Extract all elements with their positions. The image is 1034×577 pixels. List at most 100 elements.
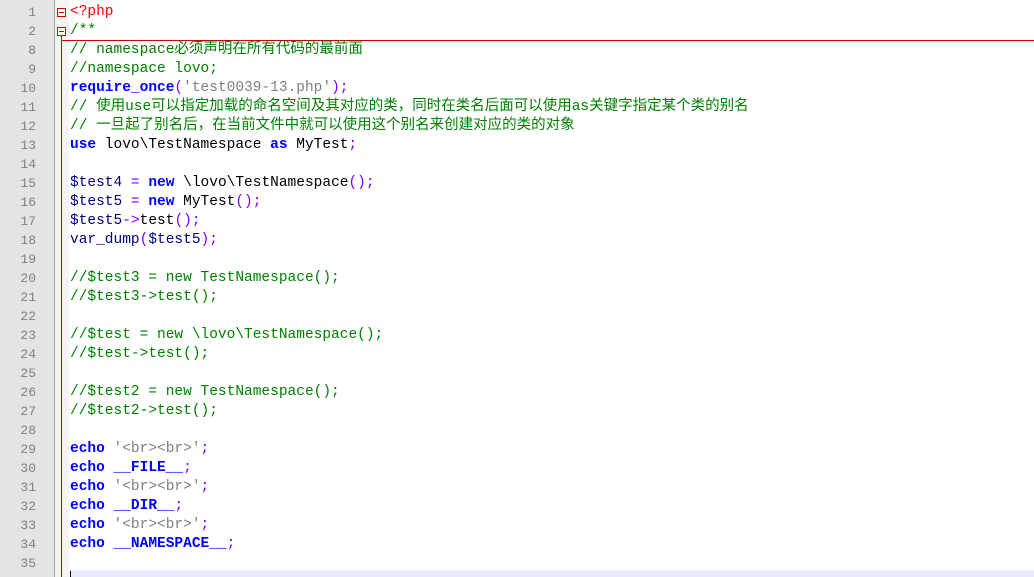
- code-token: //$test = new \lovo\TestNamespace();: [70, 327, 384, 343]
- code-area[interactable]: <?php /** // namespace必须声明在所有代码的最前面 //names…: [70, 0, 1034, 577]
- code-token: $test4: [70, 175, 123, 191]
- code-token: ;: [348, 137, 358, 153]
- code-line[interactable]: echo __DIR__;: [70, 497, 183, 516]
- code-token: '<br><br>': [113, 517, 201, 533]
- code-line[interactable]: //$test2 = new TestNamespace();: [70, 383, 340, 402]
- code-token: echo: [70, 517, 105, 533]
- code-token: __FILE__: [113, 460, 184, 476]
- code-token: echo: [70, 536, 105, 552]
- code-token: use: [70, 137, 97, 153]
- code-token: '<br><br>': [113, 479, 201, 495]
- code-line[interactable]: /**: [70, 22, 96, 41]
- code-token: echo: [70, 498, 105, 514]
- line-number: 10: [20, 81, 36, 96]
- fold-margin: [55, 0, 69, 577]
- code-line[interactable]: //$test3->test();: [70, 288, 218, 307]
- code-line[interactable]: var_dump($test5);: [70, 231, 218, 250]
- line-number: 18: [20, 233, 36, 248]
- code-line[interactable]: $test4 = new \lovo\TestNamespace();: [70, 174, 375, 193]
- line-number: 34: [20, 537, 36, 552]
- code-line[interactable]: echo __FILE__;: [70, 459, 192, 478]
- code-token: $test5: [148, 232, 201, 248]
- line-number: 25: [20, 366, 36, 381]
- line-number: 35: [20, 556, 36, 571]
- line-number: 28: [20, 423, 36, 438]
- line-number: 13: [20, 138, 36, 153]
- code-line[interactable]: //$test3 = new TestNamespace();: [70, 269, 340, 288]
- code-line[interactable]: $test5->test();: [70, 212, 201, 231]
- code-line[interactable]: //namespace lovo;: [70, 60, 218, 79]
- code-token: //namespace lovo;: [70, 61, 218, 77]
- line-number: 24: [20, 347, 36, 362]
- line-number: 33: [20, 518, 36, 533]
- code-token: ;: [174, 498, 184, 514]
- code-token: //$test->test();: [70, 346, 210, 362]
- code-token: ;: [183, 460, 192, 476]
- line-number: 29: [20, 442, 36, 457]
- code-token: ;: [226, 536, 236, 552]
- line-number: 15: [20, 176, 36, 191]
- code-line[interactable]: echo '<br><br>';: [70, 478, 209, 497]
- code-token: lovo\TestNamespace: [96, 137, 271, 153]
- code-line[interactable]: echo '<br><br>';: [70, 440, 209, 459]
- line-number: 20: [20, 271, 36, 286]
- line-number: 30: [20, 461, 36, 476]
- code-line[interactable]: <?php: [70, 3, 114, 22]
- code-line[interactable]: //$test->test();: [70, 345, 209, 364]
- code-token: $test5: [70, 194, 123, 210]
- code-token: ();: [235, 194, 262, 210]
- code-token: );: [200, 232, 218, 248]
- line-number: 11: [20, 100, 36, 115]
- code-token: echo: [70, 479, 105, 495]
- code-token: '<br><br>': [113, 441, 201, 457]
- code-token: ;: [200, 441, 210, 457]
- line-number: 26: [20, 385, 36, 400]
- line-number: 22: [20, 309, 36, 324]
- code-line[interactable]: // 一旦起了别名后，在当前文件中就可以使用这个别名来创建对应的类的对象: [70, 117, 575, 136]
- code-token: ();: [348, 175, 375, 191]
- code-line[interactable]: $test5 = new MyTest();: [70, 193, 261, 212]
- code-token: as: [270, 137, 288, 153]
- fold-line: [61, 36, 62, 577]
- code-token: __DIR__: [113, 498, 175, 514]
- line-number: 14: [20, 157, 36, 172]
- code-line[interactable]: use lovo\TestNamespace as MyTest;: [70, 136, 357, 155]
- code-token: new: [148, 194, 175, 210]
- code-token: $test5: [70, 213, 123, 229]
- line-number: 31: [20, 480, 36, 495]
- code-editor[interactable]: 1 2 8 9 10 11 12 13 14 15 16 17 18 19 20 21 22 23 24 25 26 27…: [0, 0, 1034, 577]
- code-token: require_once: [70, 80, 175, 96]
- code-token: ->: [122, 213, 140, 229]
- fold-collapse-docblock-icon[interactable]: [57, 27, 66, 36]
- code-token: test: [139, 213, 175, 229]
- code-token: =: [122, 175, 149, 191]
- line-number: 21: [20, 290, 36, 305]
- code-line[interactable]: require_once('test0039-13.php');: [70, 79, 348, 98]
- code-line[interactable]: echo __NAMESPACE__;: [70, 535, 235, 554]
- line-number: 19: [20, 252, 36, 267]
- code-token: (: [174, 80, 184, 96]
- code-token: echo: [70, 441, 105, 457]
- code-token: /**: [70, 23, 97, 39]
- code-line[interactable]: // 使用use可以指定加载的命名空间及其对应的类，同时在类名后面可以使用as关…: [70, 98, 749, 117]
- code-token: \lovo\TestNamespace: [174, 175, 349, 191]
- code-token: echo: [70, 460, 105, 476]
- code-line[interactable]: //$test = new \lovo\TestNamespace();: [70, 326, 383, 345]
- code-line[interactable]: echo '<br><br>';: [70, 516, 209, 535]
- code-token: new: [148, 175, 175, 191]
- fold-collapse-php-icon[interactable]: [57, 8, 66, 17]
- code-token: __NAMESPACE__: [113, 536, 227, 552]
- line-number: 23: [20, 328, 36, 343]
- code-line[interactable]: //$test2->test();: [70, 402, 218, 421]
- code-token: // 使用use可以指定加载的命名空间及其对应的类，同时在类名后面可以使用as关…: [70, 99, 749, 115]
- line-number-gutter: 1 2 8 9 10 11 12 13 14 15 16 17 18 19 20 21 22 23 24 25 26 27…: [0, 0, 55, 577]
- code-token: 'test0039-13.php': [183, 80, 332, 96]
- code-line[interactable]: // namespace必须声明在所有代码的最前面: [70, 41, 363, 60]
- line-number: 2: [28, 24, 36, 39]
- code-token: MyTest: [174, 194, 236, 210]
